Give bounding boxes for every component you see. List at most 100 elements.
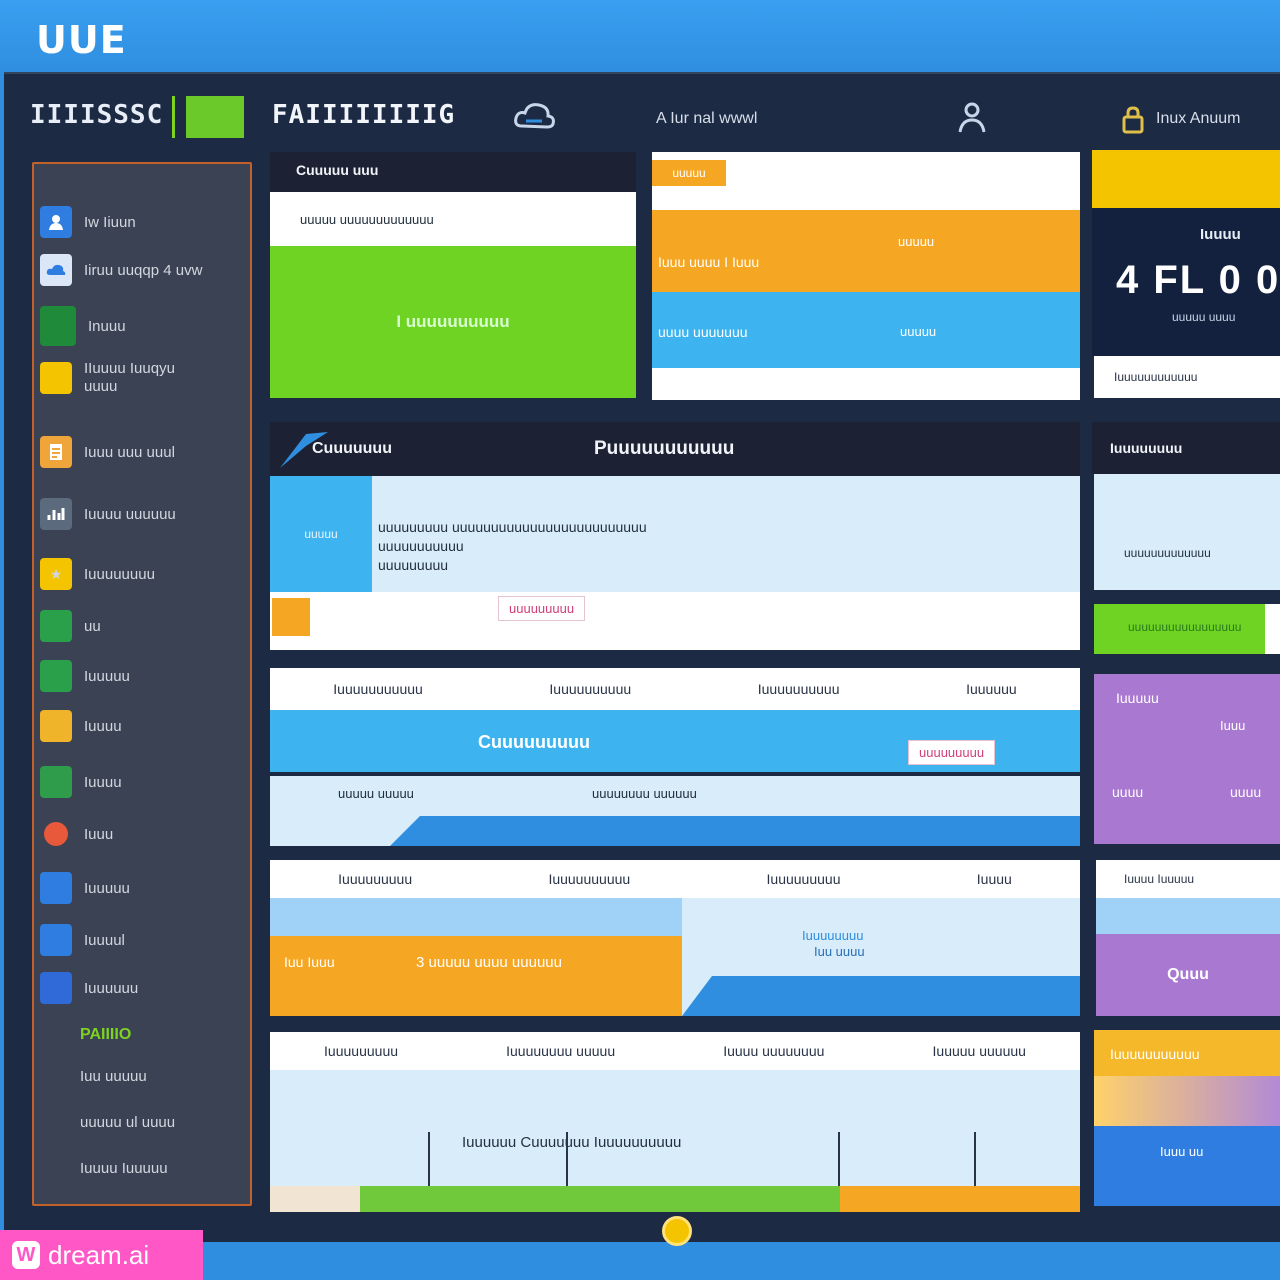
table3-seg-orange bbox=[840, 1186, 1080, 1212]
app-logo[interactable]: UUE bbox=[36, 18, 127, 62]
table2-blue-text: Iuuuuuuuu bbox=[802, 928, 864, 943]
watermark-logo-icon: W bbox=[12, 1241, 40, 1269]
sidebar-item-8[interactable]: uu bbox=[40, 610, 101, 642]
sidebar-item-7[interactable]: ★ Iuuuuuuuu bbox=[40, 558, 155, 590]
detail-header: Cuuuuuuu Puuuuuuuuuuu bbox=[270, 422, 1080, 476]
sidebar-item-9[interactable]: Iuuuuu bbox=[40, 660, 130, 692]
stack-blue-label: uuuu uuuuuuu bbox=[658, 324, 748, 340]
sidebar-item-label: Iuuuu bbox=[84, 717, 122, 735]
right-panel-row: uuuuuuuuuuuuu bbox=[1094, 474, 1280, 590]
table3-tab-3[interactable]: Iuuuu uuuuuuuu bbox=[723, 1043, 824, 1059]
table1-bar[interactable]: Cuuuuuuuuu uuuuuuuuu bbox=[270, 710, 1080, 772]
table2-orange[interactable]: Iuu Iuuu 3 uuuuu uuuu uuuuuu bbox=[270, 936, 682, 1016]
table3-tab-2[interactable]: Iuuuuuuuu uuuuu bbox=[506, 1043, 615, 1059]
account-text[interactable]: Inux Anuum bbox=[1156, 110, 1241, 128]
table1-bar-text: Cuuuuuuuuu bbox=[478, 732, 590, 752]
sidebar-item-11[interactable]: Iuuuu bbox=[40, 766, 122, 798]
sidebar-item-3[interactable]: Inuuu bbox=[40, 306, 126, 346]
stack-orange-label: Iuuu uuuu I Iuuu bbox=[658, 254, 760, 270]
stat-card-title: Iuuuu bbox=[1200, 226, 1241, 243]
sidebar-item-14[interactable]: Iuuuul bbox=[40, 924, 125, 956]
cloud-icon bbox=[40, 254, 72, 286]
right-panel-progress-track[interactable]: uuuuuuuuuuuuuuuuu bbox=[1094, 604, 1280, 654]
sidebar-item-6[interactable]: Iuuuu uuuuuu bbox=[40, 498, 176, 530]
stack-blue-value: uuuuu bbox=[900, 324, 937, 339]
right-card2-body[interactable]: Quuu bbox=[1096, 934, 1280, 1016]
sidebar-item-1[interactable]: Iw Iiuun bbox=[40, 206, 136, 238]
table1-tabs: Iuuuuuuuuuuu Iuuuuuuuuuu Iuuuuuuuuuu Iuu… bbox=[270, 668, 1080, 710]
right-panel-progress-label: uuuuuuuuuuuuuuuuu bbox=[1128, 620, 1242, 634]
table1-tab-3[interactable]: Iuuuuuuuuuu bbox=[758, 681, 840, 697]
stat-card-accent bbox=[1092, 150, 1280, 208]
detail-line-2: uuuuuuuuuuu bbox=[378, 538, 464, 554]
stack-card-blue-row[interactable]: uuuu uuuuuuu uuuuu bbox=[652, 292, 1080, 368]
sidebar-item-label: uu bbox=[84, 617, 101, 635]
green-card-row[interactable]: uuuuu uuuuuuuuuuuuu bbox=[270, 192, 636, 246]
purple-card[interactable]: Iuuuuu Iuuu uuuu uuuu bbox=[1094, 674, 1280, 844]
stat-card-footer[interactable]: Iuuuuuuuuuuuu bbox=[1094, 356, 1280, 398]
sidebar-item-label: Inuuu bbox=[88, 317, 126, 335]
table2-tab-4[interactable]: Iuuuu bbox=[977, 871, 1012, 887]
settings-icon bbox=[40, 972, 72, 1004]
sidebar-bottom-item-3[interactable]: Iuuuu Iuuuuu bbox=[80, 1160, 168, 1177]
table2-blue-text2: Iuu uuuu bbox=[814, 944, 865, 959]
table1-accent-shape bbox=[390, 816, 1080, 846]
person-icon[interactable] bbox=[948, 98, 996, 138]
table2-accent-shape bbox=[682, 976, 1080, 1016]
right-card3-body[interactable]: Iuuu uu bbox=[1094, 1126, 1280, 1206]
stat-card-value: 4 FL 0 0 bbox=[1116, 258, 1280, 302]
table1-tab-2[interactable]: Iuuuuuuuuuu bbox=[549, 681, 631, 697]
sidebar-item-5[interactable]: Iuuu uuu uuul bbox=[40, 436, 175, 468]
status-dot[interactable] bbox=[662, 1216, 692, 1246]
sidebar-item-label: Iuuuu uuuuuu bbox=[84, 505, 176, 523]
lock-icon bbox=[1118, 100, 1148, 140]
brand-title[interactable]: IIIISSSC bbox=[30, 100, 163, 130]
right-card2-strip bbox=[1096, 898, 1280, 934]
sidebar-item-label: Iuuu uuu uuul bbox=[84, 443, 175, 461]
table3-tabs: Iuuuuuuuuu Iuuuuuuuu uuuuu Iuuuu uuuuuuu… bbox=[270, 1032, 1080, 1070]
table3-body: Iuuuuuu Cuuuuuuu Iuuuuuuuuuu bbox=[270, 1070, 1080, 1212]
cloud-icon[interactable] bbox=[510, 96, 558, 136]
sidebar-bottom-item-1[interactable]: Iuu uuuuu bbox=[80, 1068, 147, 1085]
stack-card-bottom bbox=[652, 368, 1080, 400]
detail-footer: uuuuuuuuu bbox=[270, 592, 1080, 650]
sidebar-item-15[interactable]: Iuuuuuu bbox=[40, 972, 138, 1004]
folder-icon bbox=[40, 362, 72, 394]
table1-bar-button[interactable]: uuuuuuuuu bbox=[908, 740, 996, 765]
detail-side-label: uuuuu bbox=[270, 476, 372, 592]
table2-tab-2[interactable]: Iuuuuuuuuuu bbox=[548, 871, 630, 887]
sidebar-item-4[interactable]: IIuuuu Iuuqyu uuuu bbox=[40, 360, 204, 396]
stack-card-orange-row[interactable]: Iuuu uuuu I Iuuu uuuuu bbox=[652, 210, 1080, 292]
table1-tab-1[interactable]: Iuuuuuuuuuuu bbox=[333, 681, 423, 697]
detail-header-left: Cuuuuuuu bbox=[312, 440, 392, 457]
table1-sub-right: uuuuuuuu uuuuuu bbox=[592, 786, 697, 801]
sidebar-item-label: Iiruu uuqqp 4 uvw bbox=[84, 261, 203, 279]
table3-tab-1[interactable]: Iuuuuuuuuu bbox=[324, 1043, 398, 1059]
table2-tab-3[interactable]: Iuuuuuuuuu bbox=[767, 871, 841, 887]
right-card3-footer: Iuuu uu bbox=[1160, 1144, 1204, 1159]
green-card-body[interactable]: I uuuuuuuuuu bbox=[270, 246, 636, 398]
detail-line-3: uuuuuuuuu bbox=[378, 557, 449, 573]
sidebar-item-label: Iw Iiuun bbox=[84, 213, 136, 231]
sidebar-item-10[interactable]: Iuuuu bbox=[40, 710, 122, 742]
table3-tab-4[interactable]: Iuuuuu uuuuuu bbox=[933, 1043, 1026, 1059]
note-icon bbox=[40, 710, 72, 742]
sidebar-item-12[interactable]: Iuuu bbox=[40, 818, 113, 850]
stack-orange-value: uuuuu bbox=[898, 234, 935, 249]
chart-icon bbox=[40, 498, 72, 530]
grid-icon bbox=[40, 660, 72, 692]
table2-tab-1[interactable]: Iuuuuuuuuu bbox=[338, 871, 412, 887]
brand-badge[interactable] bbox=[186, 96, 244, 138]
section-title: FAIIIIIIIIG bbox=[272, 100, 456, 130]
stat-card: Iuuuu 4 FL 0 0 uuuuu uuuu bbox=[1092, 208, 1280, 356]
sidebar-item-2[interactable]: Iiruu uuqqp 4 uvw bbox=[40, 254, 202, 286]
sidebar: Iw Iiuun Iiruu uuqqp 4 uvw Inuuu IIuuuu … bbox=[32, 162, 252, 1206]
table1-tab-4[interactable]: Iuuuuuu bbox=[966, 681, 1017, 697]
right-panel-header: Iuuuuuuuu bbox=[1092, 422, 1280, 474]
purple-r1-left: Iuuuuu bbox=[1116, 690, 1159, 706]
search-text[interactable]: A Iur nal wwwl bbox=[656, 110, 757, 128]
sidebar-bottom-item-2[interactable]: uuuuu ul uuuu bbox=[80, 1114, 175, 1131]
detail-button[interactable]: uuuuuuuuu bbox=[498, 596, 586, 621]
sidebar-item-13[interactable]: Iuuuuu bbox=[40, 872, 130, 904]
table3-seg-green bbox=[360, 1186, 840, 1212]
